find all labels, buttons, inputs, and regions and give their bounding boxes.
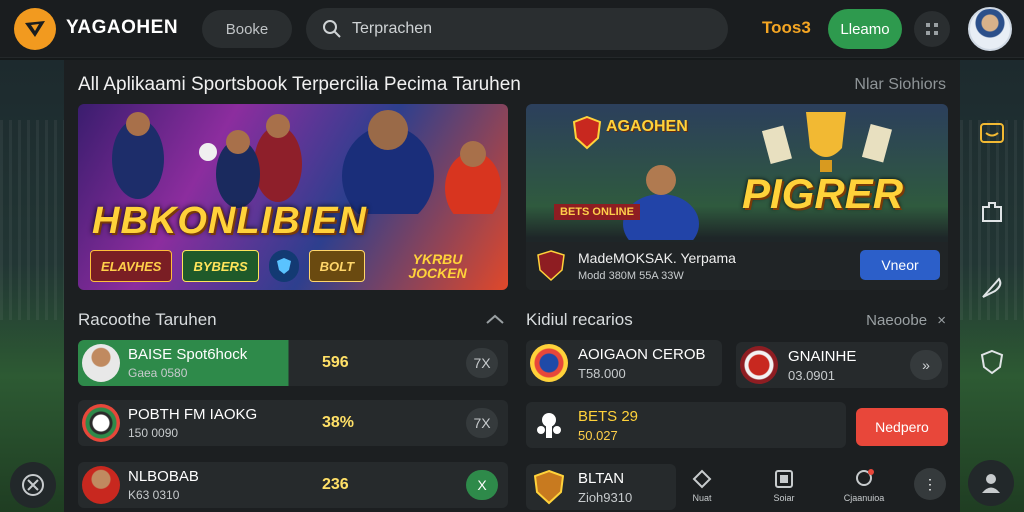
row-name: BAISE Spot6hock <box>128 346 248 363</box>
card-name: AOIGAON CEROB <box>578 346 706 363</box>
player-illustration <box>623 165 699 240</box>
row-name: NLBOBAB <box>128 468 199 485</box>
row-action-button[interactable]: 7X <box>466 348 498 378</box>
trophy-icon <box>761 112 892 172</box>
chevron-right-icon[interactable]: » <box>910 350 942 380</box>
list-item[interactable]: AOIGAON CEROB T58.000 <box>526 340 722 386</box>
avatar <box>82 466 120 504</box>
left-section-title: Racoothe Taruhen <box>78 310 217 329</box>
brand-name[interactable]: YAGAOHEN <box>66 17 178 39</box>
tab-label: Nuat <box>692 493 712 503</box>
user-avatar[interactable] <box>968 7 1012 51</box>
shield-icon <box>533 469 565 505</box>
tab-nuat[interactable]: Nuat <box>672 468 732 512</box>
players-illustration <box>112 110 501 214</box>
promo-banner-left[interactable]: HBKONLIBIEN ELAVHES BYBERS BOLT YKRBU JO… <box>78 104 508 290</box>
card-name: BLTAN <box>578 470 625 487</box>
banner-left-badges: ELAVHES BYBERS BOLT YKRBU JOCKEN <box>90 248 500 284</box>
row-action-button[interactable]: 7X <box>466 408 498 438</box>
tab-cjaanuioa[interactable]: Cjaanuioa <box>834 468 894 512</box>
main-panel: All Aplikaami Sportsbook Terpercilia Pec… <box>64 60 960 512</box>
card-subtitle: Zioh9310 <box>578 490 633 505</box>
page-title: All Aplikaami Sportsbook Terpercilia Pec… <box>78 74 521 95</box>
team-logo-icon <box>537 413 561 438</box>
team-logo-icon <box>740 346 778 384</box>
card-subtitle: 03.0901 <box>788 368 835 383</box>
bird-logo-icon[interactable] <box>14 8 56 50</box>
shield-icon <box>537 250 565 282</box>
chevron-up-icon[interactable] <box>484 310 506 328</box>
row-name: POBTH FM IAOKG <box>128 406 258 423</box>
card-subtitle: T58.000 <box>578 366 626 381</box>
register-button[interactable]: Nedpero <box>856 408 948 446</box>
badge-5[interactable]: YKRBU JOCKEN <box>375 250 500 282</box>
banner-right-stripe: BETS ONLINE <box>554 204 640 220</box>
x-circle-icon[interactable] <box>10 462 56 508</box>
top-right-link[interactable]: Nlar Siohiors <box>854 76 946 94</box>
badge-1[interactable]: ELAVHES <box>90 250 173 282</box>
list-item[interactable]: BETS 29 50.027 <box>526 402 846 448</box>
row-odds[interactable]: 596 <box>322 354 349 372</box>
banner-right-headline: PIGRER <box>742 170 904 217</box>
soccer-ball-icon <box>82 404 120 442</box>
card-name: BETS 29 <box>578 408 639 425</box>
login-button[interactable]: Lleamo <box>828 9 902 49</box>
tab-label: Cjaanuioa <box>843 493 885 503</box>
stadium-background-left <box>0 60 64 512</box>
table-row[interactable]: BAISE Spot6hock Gaea 0580 596 7X <box>78 340 508 386</box>
banner-left-headline: HBKONLIBIEN <box>92 200 367 242</box>
right-section-link[interactable]: Naeoobe × <box>866 312 946 329</box>
table-row[interactable]: NLBOBAB K63 0310 236 X <box>78 462 508 508</box>
promo-banner-right[interactable]: AGAOHEN PIGRER BETS ONLINE MadeMOKSAK. Y… <box>526 104 948 290</box>
list-item[interactable]: GNAINHE 03.0901 » <box>736 342 948 388</box>
row-odds[interactable]: 236 <box>322 476 349 494</box>
right-section-link-label: Naeoobe <box>866 312 928 329</box>
table-row[interactable]: POBTH FM IAOKG 150 0090 38% 7X <box>78 400 508 446</box>
shield-icon[interactable] <box>978 348 1006 376</box>
right-section-title: Kidiul recarios <box>526 310 633 329</box>
row-subtitle: K63 0310 <box>128 488 180 502</box>
banner-right-title: MadeMOKSAK. Yerpama <box>578 250 736 266</box>
search-input[interactable] <box>352 20 712 38</box>
list-item[interactable]: BLTAN Zioh9310 <box>526 464 676 510</box>
odds-link[interactable]: Toos3 <box>762 18 811 38</box>
message-icon[interactable] <box>978 120 1006 148</box>
brand-shield-icon <box>572 116 602 150</box>
banner-right-footer: MadeMOKSAK. Yerpama Modd 380M 55A 33W Vn… <box>526 242 948 290</box>
ticket-icon <box>775 470 793 488</box>
tag-icon <box>692 469 712 489</box>
search-icon <box>323 20 341 38</box>
banner-right-subtitle: Modd 380M 55A 33W <box>578 270 684 282</box>
badge-4[interactable]: BOLT <box>308 250 366 282</box>
search-bar[interactable] <box>306 8 728 50</box>
profile-icon[interactable] <box>968 460 1014 506</box>
card-subtitle: 50.027 <box>578 428 618 443</box>
tab-label: Soiar <box>773 493 795 503</box>
banner-right-logo: AGAOHEN <box>606 118 688 135</box>
row-subtitle: 150 0090 <box>128 426 179 440</box>
more-icon[interactable]: ⋮ <box>914 468 946 500</box>
row-odds[interactable]: 38% <box>322 414 354 432</box>
puzzle-icon[interactable] <box>978 198 1006 226</box>
top-header: YAGAOHEN Booke Toos3 Lleamo <box>0 0 1024 58</box>
row-action-button[interactable]: X <box>466 470 498 500</box>
close-icon: × <box>937 312 946 329</box>
shield-badge-icon[interactable] <box>268 250 299 282</box>
grid-menu-icon[interactable] <box>914 11 950 47</box>
view-button[interactable]: Vneor <box>860 250 940 280</box>
books-button[interactable]: Booke <box>202 10 292 48</box>
chat-icon <box>856 469 874 486</box>
tab-soiar[interactable]: Soiar <box>754 468 814 512</box>
team-logo-icon <box>530 344 568 382</box>
avatar <box>82 344 120 382</box>
card-name: GNAINHE <box>788 348 857 365</box>
badge-2[interactable]: BYBERS <box>182 250 259 282</box>
feather-icon[interactable] <box>978 274 1006 302</box>
row-subtitle: Gaea 0580 <box>128 366 188 380</box>
